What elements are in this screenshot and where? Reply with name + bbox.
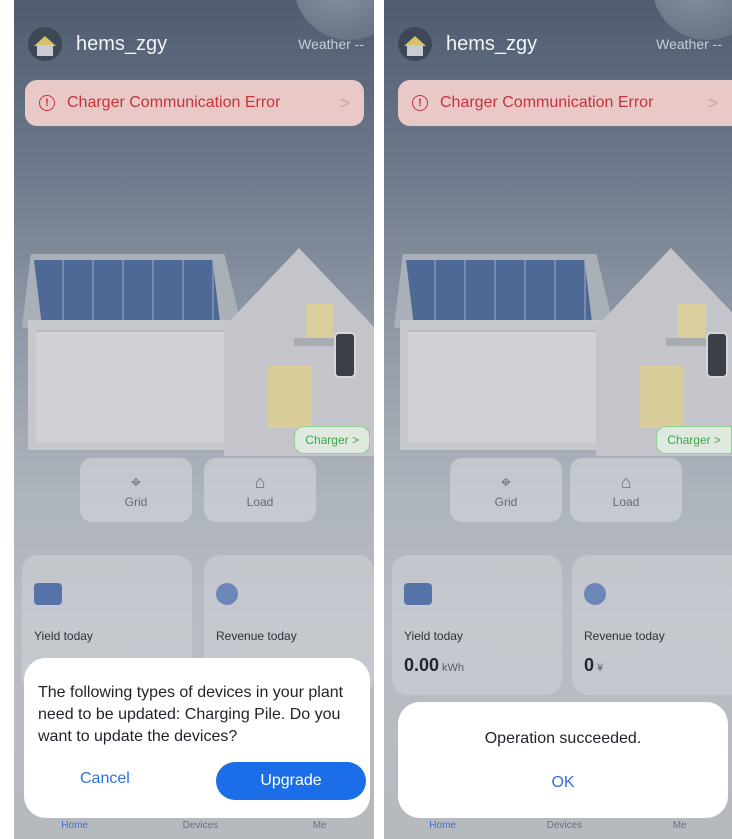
solar-panel-icon <box>34 583 62 605</box>
error-alert-banner[interactable]: ! Charger Communication Error > <box>398 80 732 126</box>
nav-me[interactable]: Me <box>673 820 687 831</box>
nav-home[interactable]: Home <box>61 820 88 831</box>
yield-today-card[interactable]: Yield today 0.00 kWh <box>392 555 562 695</box>
transmission-tower-icon: ⌖ <box>130 471 142 492</box>
solar-panel-roof <box>34 260 220 322</box>
error-circle-icon: ! <box>39 95 55 111</box>
weather-label[interactable]: Weather -- <box>656 36 722 52</box>
load-tile[interactable]: ⌂ Load <box>570 458 682 522</box>
charger-button[interactable]: Charger > <box>656 426 732 454</box>
username: hems_zgy <box>76 32 168 55</box>
revenue-today-value: 0 ¥ <box>584 655 604 675</box>
username: hems_zgy <box>446 32 538 55</box>
house-load-icon: ⌂ <box>620 471 632 492</box>
wallbox-charger-icon <box>706 332 728 378</box>
update-dialog: The following types of devices in your p… <box>24 658 370 818</box>
dialog-message: Operation succeeded. <box>484 730 642 747</box>
dialog-message: The following types of devices in your p… <box>38 684 344 745</box>
alert-text: Charger Communication Error <box>67 94 281 111</box>
revenue-today-label: Revenue today <box>216 629 297 643</box>
wallbox-charger-icon <box>334 332 356 378</box>
revenue-today-label: Revenue today <box>584 629 665 643</box>
avatar[interactable] <box>28 27 62 61</box>
yield-today-label: Yield today <box>34 629 93 643</box>
comparison-canvas: hems_zgy Weather -- ! Charger Communicat… <box>0 0 732 839</box>
chevron-right-icon: > <box>339 92 350 113</box>
coins-icon <box>216 583 238 605</box>
cancel-button[interactable]: Cancel <box>80 770 130 788</box>
yield-today-label: Yield today <box>404 629 463 643</box>
error-alert-banner[interactable]: ! Charger Communication Error > <box>25 80 364 126</box>
top-bar: hems_zgy Weather -- <box>28 26 364 62</box>
nav-devices[interactable]: Devices <box>183 820 219 831</box>
avatar[interactable] <box>398 27 432 61</box>
grid-tile[interactable]: ⌖ Grid <box>450 458 562 522</box>
grid-tile[interactable]: ⌖ Grid <box>80 458 192 522</box>
load-label: Load <box>612 494 640 509</box>
house-illustration <box>394 248 732 456</box>
nav-me[interactable]: Me <box>313 820 327 831</box>
house-illustration <box>22 248 374 456</box>
load-tile[interactable]: ⌂ Load <box>204 458 316 522</box>
yield-today-value: 0.00 kWh <box>404 655 465 675</box>
grid-label: Grid <box>494 494 518 509</box>
left-phone-screen: hems_zgy Weather -- ! Charger Communicat… <box>14 0 374 839</box>
solar-panel-icon <box>404 583 432 605</box>
error-circle-icon: ! <box>412 95 428 111</box>
solar-panel-roof <box>406 260 592 322</box>
nav-devices[interactable]: Devices <box>547 820 583 831</box>
right-phone-screen: hems_zgy Weather -- ! Charger Communicat… <box>384 0 732 839</box>
success-dialog: Operation succeeded. OK <box>398 702 728 818</box>
load-label: Load <box>246 494 274 509</box>
coins-icon <box>584 583 606 605</box>
ok-button[interactable]: OK <box>398 774 728 792</box>
nav-home[interactable]: Home <box>429 820 456 831</box>
weather-label[interactable]: Weather -- <box>298 36 364 52</box>
transmission-tower-icon: ⌖ <box>500 471 512 492</box>
alert-text: Charger Communication Error <box>440 94 654 111</box>
grid-label: Grid <box>124 494 148 509</box>
chevron-right-icon: > <box>707 92 718 113</box>
upgrade-button[interactable]: Upgrade <box>216 762 366 800</box>
charger-button[interactable]: Charger > <box>294 426 370 454</box>
top-bar: hems_zgy Weather -- <box>398 26 722 62</box>
house-load-icon: ⌂ <box>254 471 266 492</box>
revenue-today-card[interactable]: Revenue today 0 ¥ <box>572 555 732 695</box>
